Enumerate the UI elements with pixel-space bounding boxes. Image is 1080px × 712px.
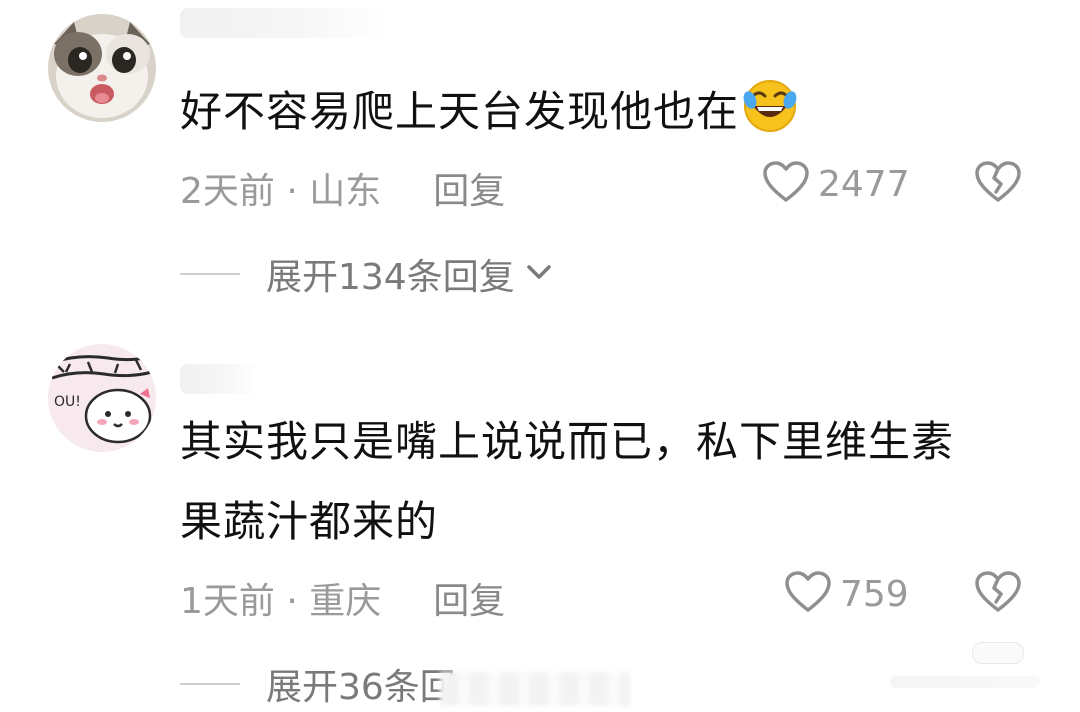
comment-time: 1天前: [180, 581, 275, 622]
comment-location: 重庆: [309, 581, 382, 622]
reply-button[interactable]: 回复: [433, 171, 505, 212]
comment-text: 好不容易爬上天台发现他也在: [180, 72, 1020, 152]
dislike-button[interactable]: [974, 160, 1022, 208]
sticker-avatar-image: OU!: [48, 344, 156, 452]
svg-text:OU!: OU!: [54, 394, 81, 410]
avatar[interactable]: [48, 14, 156, 122]
username[interactable]: [180, 364, 260, 394]
expand-divider: [180, 683, 240, 685]
comment-text-line: 果蔬汁都来的: [180, 497, 439, 546]
watermark: [880, 642, 1040, 694]
heart-outline-icon: [784, 570, 832, 618]
broken-heart-icon: [974, 571, 1022, 618]
expand-divider: [180, 273, 240, 275]
comment-text: 其实我只是嘴上说说而已，私下里维生素 果蔬汁都来的: [180, 402, 1020, 562]
broken-heart-icon: [974, 161, 1022, 208]
chevron-down-icon: [525, 262, 553, 286]
comment-location: 山东: [309, 171, 382, 212]
like-count: 759: [840, 573, 909, 615]
comment-meta: 1天前 · 重庆 回复: [180, 572, 505, 624]
blurred-overlay: [440, 672, 630, 706]
cat-avatar-image: [48, 14, 156, 122]
comment-meta: 2天前 · 山东 回复: [180, 162, 505, 214]
expand-replies-button[interactable]: 展开134条回复: [180, 248, 553, 300]
comment-time: 2天前: [180, 171, 275, 212]
meta-separator: ·: [274, 171, 310, 212]
expand-replies-label: 展开134条回复: [266, 257, 515, 298]
username[interactable]: [180, 8, 390, 38]
reply-button[interactable]: 回复: [433, 581, 505, 622]
comment-text-line: 其实我只是嘴上说说而已，私下里维生素: [180, 417, 955, 466]
watermark-badge: [972, 642, 1024, 664]
expand-replies-button[interactable]: 展开36条回: [180, 658, 456, 710]
like-button[interactable]: 2477: [762, 160, 910, 208]
meta-separator: ·: [274, 581, 310, 622]
dislike-button[interactable]: [974, 570, 1022, 618]
watermark-line: [890, 676, 1040, 688]
expand-replies-label: 展开36条回: [266, 667, 456, 708]
rolling-on-floor-laughing-emoji-icon: [741, 76, 799, 134]
like-count: 2477: [818, 163, 910, 205]
heart-outline-icon: [762, 160, 810, 208]
avatar[interactable]: OU!: [48, 344, 156, 452]
like-button[interactable]: 759: [784, 570, 909, 618]
comment-text-content: 好不容易爬上天台发现他也在: [180, 87, 740, 136]
